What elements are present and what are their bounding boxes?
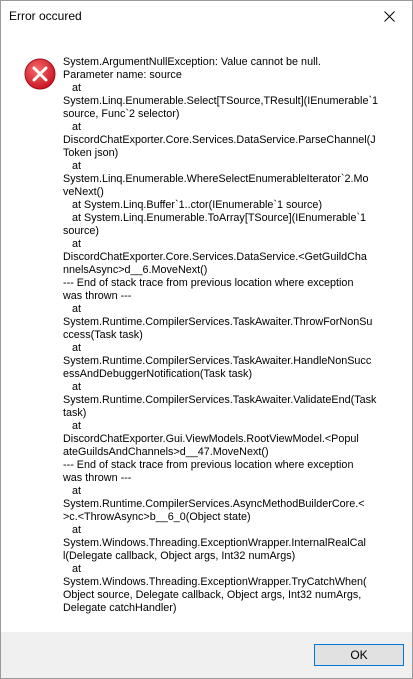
ok-button[interactable]: OK bbox=[314, 644, 404, 666]
title-bar[interactable]: Error occured bbox=[1, 1, 412, 32]
close-icon bbox=[384, 11, 395, 22]
error-message: System.ArgumentNullException: Value cann… bbox=[63, 56, 379, 614]
dialog-title: Error occured bbox=[9, 9, 82, 23]
error-icon bbox=[24, 58, 56, 90]
dialog-footer: OK bbox=[1, 632, 412, 678]
dialog-content: System.ArgumentNullException: Value cann… bbox=[1, 32, 412, 632]
error-dialog: Error occured System.ArgumentNullExcepti… bbox=[0, 0, 413, 679]
close-button[interactable] bbox=[366, 1, 412, 32]
